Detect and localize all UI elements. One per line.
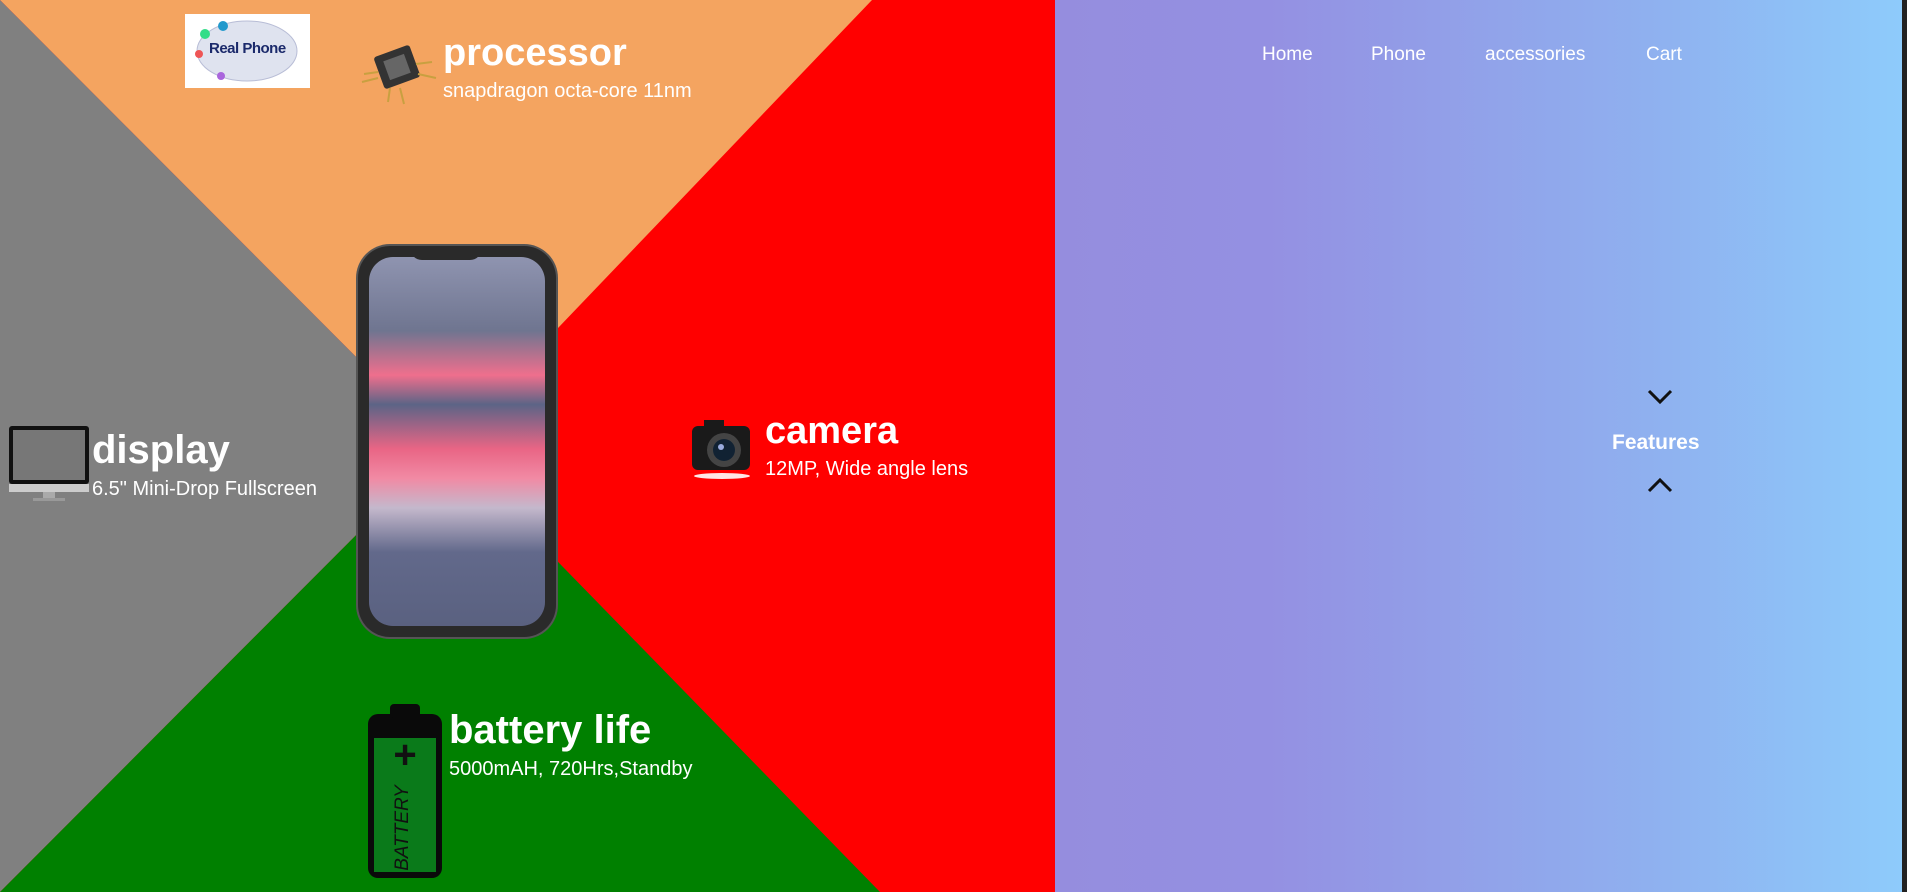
nav-phone-link[interactable]: Phone: [1371, 44, 1426, 66]
phone-screen: [369, 257, 545, 626]
chip-icon: [361, 45, 437, 105]
display-feature: display 6.5" Mini-Drop Fullscreen: [92, 430, 317, 501]
display-title: display: [92, 428, 230, 472]
processor-subtitle: snapdragon octa-core 11nm: [443, 80, 692, 102]
processor-feature: processor snapdragon octa-core 11nm: [443, 34, 692, 103]
nav-cart-link[interactable]: Cart: [1646, 44, 1682, 66]
nav-home-link[interactable]: Home: [1262, 44, 1313, 66]
chevron-down-icon[interactable]: [1646, 388, 1674, 406]
phone-notch: [410, 246, 482, 260]
features-label[interactable]: Features: [1612, 431, 1700, 455]
processor-title: processor: [443, 32, 627, 74]
side-panel: [1055, 0, 1902, 892]
brand-logo[interactable]: Real Phone: [185, 14, 310, 88]
battery-feature: battery life 5000mAH, 720Hrs,Standby: [449, 710, 692, 781]
phone-image: [358, 246, 556, 637]
battery-subtitle: 5000mAH, 720Hrs,Standby: [449, 758, 693, 780]
battery-title: battery life: [449, 708, 652, 752]
monitor-icon: [9, 426, 89, 501]
display-subtitle: 6.5" Mini-Drop Fullscreen: [92, 478, 317, 500]
feature-showcase: Real Phone processor snapdragon octa-cor…: [0, 0, 1055, 892]
battery-icon-label: BATTERY: [392, 784, 413, 871]
battery-icon: + BATTERY: [368, 704, 442, 878]
logo-text: Real Phone: [209, 40, 286, 57]
camera-icon: [692, 420, 750, 479]
chevron-up-icon[interactable]: [1646, 476, 1674, 494]
nav-accessories-link[interactable]: accessories: [1485, 44, 1585, 66]
camera-feature: camera 12MP, Wide angle lens: [765, 412, 968, 481]
svg-text:+: +: [393, 733, 416, 777]
camera-title: camera: [765, 410, 899, 452]
window-edge: [1902, 0, 1907, 892]
camera-subtitle: 12MP, Wide angle lens: [765, 458, 969, 480]
